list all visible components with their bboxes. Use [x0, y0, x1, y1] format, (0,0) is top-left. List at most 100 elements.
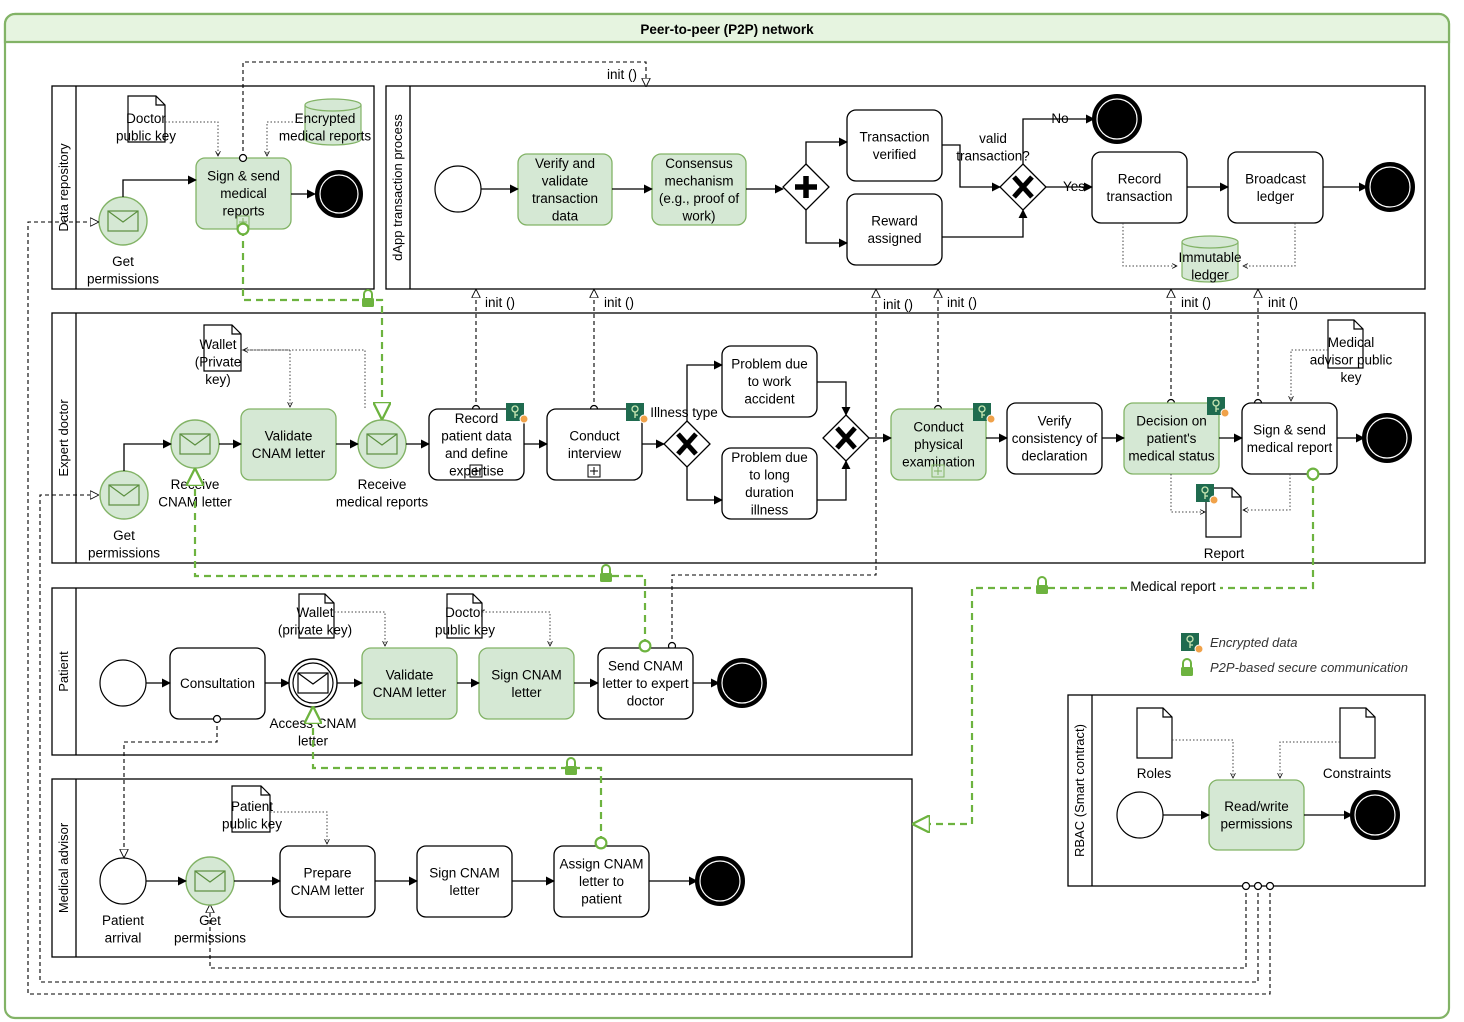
receive-reports-event[interactable]	[357, 419, 407, 469]
advisor-key-label-line: Medical	[1328, 335, 1375, 350]
send-cnam-task-label-line: Send CNAM	[608, 659, 683, 674]
prepare-cnam-task[interactable]	[279, 845, 376, 918]
init-label-6: init ()	[1268, 295, 1298, 310]
patient-sign-task-label-line: letter	[511, 685, 542, 700]
verify-consistency-task-label-line: Verify	[1038, 414, 1072, 429]
init-label-5: init ()	[1181, 295, 1211, 310]
rbac-start-event	[1116, 791, 1164, 839]
patient-sign-task[interactable]	[478, 647, 575, 720]
consensus-task-label-line: mechanism	[664, 173, 733, 188]
record-tx-task-label-line: Record	[1118, 171, 1162, 186]
record-tx-task-label-line: transaction	[1106, 189, 1172, 204]
long-illness-task-label-line: duration	[745, 485, 794, 500]
assign-cnam-task-label-line: Assign CNAM	[559, 857, 643, 872]
pool-data-repository-label: Data repository	[56, 143, 71, 232]
receive-cnam-event[interactable]	[170, 419, 220, 469]
advisor-key-label-line: advisor public	[1310, 353, 1393, 368]
read-write-task-label-line: Read/write	[1224, 799, 1289, 814]
encrypted-reports-label-line: Encrypted	[295, 111, 356, 126]
dr-end-event	[315, 170, 363, 218]
read-write-task-label-line: permissions	[1220, 816, 1292, 831]
send-cnam-task-label-line: doctor	[627, 694, 665, 709]
dr-sign-send-task-label-line: Sign & send	[207, 169, 280, 184]
record-tx-task[interactable]	[1091, 151, 1188, 224]
expert-validate-task-label-line: Validate	[265, 428, 313, 443]
prepare-cnam-task-label-line: CNAM letter	[291, 883, 365, 898]
verify-consistency-task-label-line: declaration	[1021, 449, 1087, 464]
constraints-label: Constraints	[1323, 766, 1392, 781]
advisor-get-permissions-event[interactable]	[185, 856, 235, 906]
verify-validate-task-label-line: data	[552, 208, 579, 223]
sign-send-report-task-label-line: medical report	[1247, 440, 1333, 455]
consensus-task-label-line: Consensus	[665, 156, 733, 171]
rbac-source-dot	[1265, 881, 1275, 891]
init-label-4: init ()	[947, 295, 977, 310]
tx-verified-task-label-line: Transaction	[859, 129, 929, 144]
pool-dapp-label: dApp transaction process	[390, 114, 405, 261]
patient-end-event	[717, 658, 767, 708]
no-label: No	[1051, 111, 1068, 126]
sign-send-report-task[interactable]	[1241, 402, 1338, 475]
network-title: Peer-to-peer (P2P) network	[640, 22, 814, 37]
consultation-task-label-line: Consultation	[180, 676, 255, 691]
patient-validate-task-label-line: CNAM letter	[373, 685, 447, 700]
init-label-2: init ()	[604, 295, 634, 310]
send-cnam-task-label-line: letter to expert	[602, 676, 689, 691]
roles-label: Roles	[1137, 766, 1172, 781]
assign-cnam-task-label-line: patient	[581, 892, 622, 907]
init-label-3: init ()	[883, 297, 913, 312]
advisor-sign-task-label-line: Sign CNAM	[429, 865, 500, 880]
message-source-dot	[238, 153, 248, 163]
access-cnam-event[interactable]	[288, 658, 338, 708]
record-patient-task-label-line: patient data	[441, 428, 512, 443]
conduct-interview-task-label-line: interview	[568, 446, 622, 461]
legend-encrypted-label: Encrypted data	[1210, 635, 1297, 650]
broadcast-task[interactable]	[1227, 151, 1324, 224]
patient-validate-task[interactable]	[361, 647, 458, 720]
record-patient-task-label-line: and define	[445, 446, 508, 461]
advisor-sign-task[interactable]	[416, 845, 513, 918]
expert-validate-task[interactable]	[240, 408, 337, 481]
reward-task-label-line: Reward	[871, 213, 918, 228]
receive-reports-label-line: medical reports	[336, 494, 429, 509]
medical-report-label: Medical report	[1130, 579, 1216, 594]
tx-verified-task-label-line: verified	[873, 147, 917, 162]
pool-medical-advisor-label: Medical advisor	[56, 822, 71, 913]
legend-p2p-label: P2P-based secure communication	[1210, 660, 1408, 675]
verify-validate-task-label-line: transaction	[532, 191, 598, 206]
expert-get-permissions-event[interactable]	[99, 470, 149, 520]
init-label-1: init ()	[485, 295, 515, 310]
expert-wallet-label-line: key)	[205, 372, 231, 387]
pool-expert-doctor-label: Expert doctor	[56, 399, 71, 477]
verify-validate-task-label-line: validate	[542, 173, 589, 188]
decision-task-label-line: Decision on	[1136, 414, 1207, 429]
patient-wallet-label-line: Wallet	[296, 605, 333, 620]
prepare-cnam-task-label-line: Prepare	[303, 865, 351, 880]
expert-wallet-label-line: (Private	[195, 355, 242, 370]
yes-label: Yes	[1063, 179, 1085, 194]
patient-wallet-label-line: (private key)	[278, 622, 352, 637]
tx-verified-task[interactable]	[846, 109, 943, 182]
read-write-task[interactable]	[1208, 779, 1305, 851]
patient-doctor-key-label-line: Doctor	[445, 605, 485, 620]
doctor-key-label-line: public key	[116, 128, 176, 143]
reward-task-label-line: assigned	[867, 231, 921, 246]
patient-arrival-label-line: arrival	[105, 930, 142, 945]
illness-type-label: Illness type	[650, 405, 718, 420]
init-label-top: init ()	[607, 67, 637, 82]
broadcast-task-label-line: Broadcast	[1245, 171, 1306, 186]
assign-cnam-task-label-line: letter to	[579, 874, 624, 889]
expert-end-event	[1362, 413, 1412, 463]
patient-start-event	[99, 659, 147, 707]
patient-arrival-event	[99, 857, 147, 905]
ledger-label-line: ledger	[1191, 267, 1229, 282]
expert-get-permissions-label-line: Get	[113, 528, 135, 543]
dapp-end-event	[1365, 162, 1415, 212]
dr-sign-send-task-label-line: medical	[220, 186, 267, 201]
work-accident-task-label-line: to work	[748, 374, 792, 389]
report-label: Report	[1204, 546, 1245, 561]
reward-task[interactable]	[846, 193, 943, 266]
long-illness-task-label-line: Problem due	[731, 450, 808, 465]
consultation-task-label: Consultation	[180, 676, 255, 691]
dr-get-permissions-event[interactable]	[98, 196, 148, 246]
